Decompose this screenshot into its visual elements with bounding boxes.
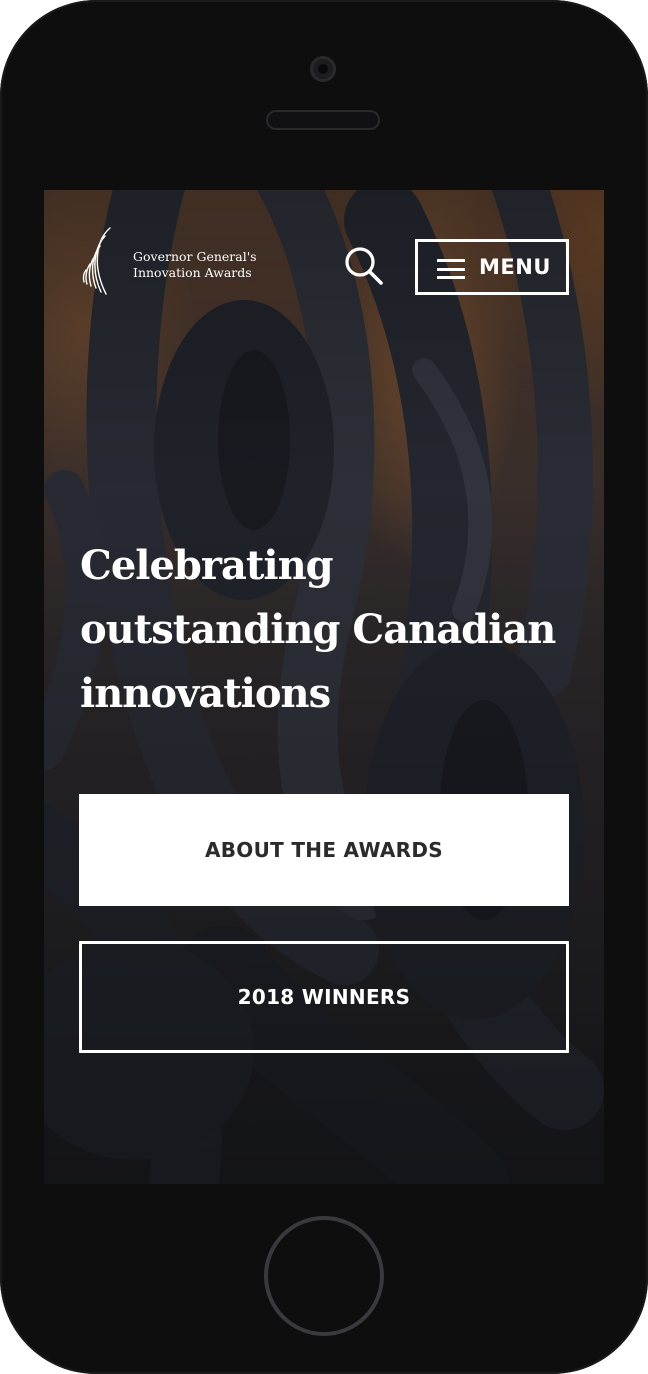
site-header: Governor General's Innovation Awards MEN… <box>44 190 604 350</box>
search-icon <box>345 247 383 285</box>
hero-title: Celebrating outstanding Canadian innovat… <box>80 542 556 717</box>
logo-line-2: Innovation Awards <box>133 265 252 280</box>
phone-frame: Governor General's Innovation Awards MEN… <box>0 0 648 1374</box>
phone-screen: Governor General's Innovation Awards MEN… <box>44 190 604 1184</box>
logo-wordmark: Governor General's Innovation Awards <box>133 249 257 281</box>
earpiece-speaker <box>266 110 380 130</box>
hamburger-icon <box>437 259 465 279</box>
search-button[interactable] <box>342 244 388 290</box>
home-button[interactable] <box>264 1216 384 1336</box>
menu-button[interactable]: MENU <box>415 239 569 295</box>
logo-line-1: Governor General's <box>133 249 257 264</box>
front-camera <box>310 56 336 82</box>
about-the-awards-button[interactable]: ABOUT THE AWARDS <box>79 794 569 906</box>
2018-winners-button[interactable]: 2018 WINNERS <box>79 941 569 1053</box>
logo-mark-icon <box>82 227 111 295</box>
menu-label: MENU <box>479 255 551 279</box>
site-logo[interactable]: Governor General's Innovation Awards <box>80 224 280 296</box>
